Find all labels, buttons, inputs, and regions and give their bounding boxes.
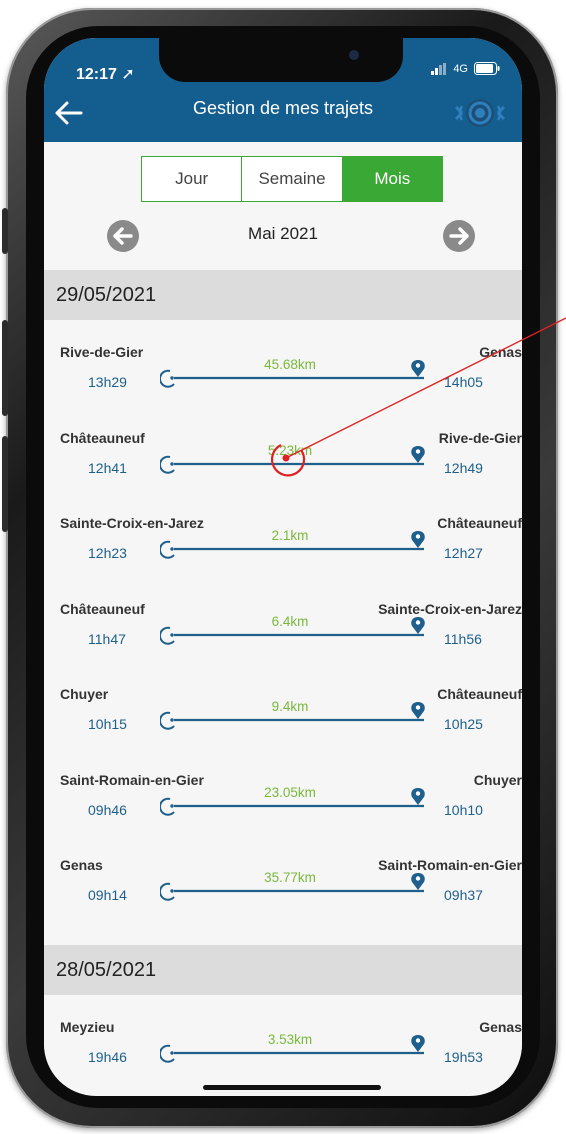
destination-pin-icon: [411, 873, 425, 890]
trip-distance: 45.68km: [264, 357, 316, 372]
signal-icon: [431, 62, 447, 75]
period-day-button[interactable]: Jour: [142, 157, 242, 201]
trip-origin: Sainte-Croix-en-Jarez: [60, 515, 204, 531]
pin-hole: [415, 705, 421, 710]
date-header: 28/05/2021: [44, 945, 522, 995]
destination-pin-icon: [411, 787, 425, 805]
trip-end-time: 09h37: [444, 887, 483, 903]
trip-row[interactable]: Châteauneuf Rive-de-Gier 5.23km 12h41 12h49: [44, 419, 522, 496]
period-month-button[interactable]: Mois: [341, 157, 442, 201]
trip-destination: Châteauneuf: [437, 515, 522, 531]
trip-end-time: 10h25: [444, 716, 483, 732]
destination-pin-icon: [411, 702, 425, 719]
trip-origin: Genas: [60, 857, 103, 873]
trip-row[interactable]: Genas Saint-Romain-en-Gier 35.77km 09h14 09h…: [44, 847, 522, 923]
trip-origin: Châteauneuf: [60, 600, 145, 617]
pin-hole: [415, 448, 421, 454]
period-controls: Jour Semaine Mois Mai 2021: [44, 142, 522, 270]
network-type: 4G: [453, 62, 468, 75]
trip-distance: 35.77km: [264, 870, 316, 885]
app-screen: 12:17 ➚ 4G Gestion de mes trajets Jour S…: [44, 38, 522, 1096]
trip-destination: Châteauneuf: [437, 686, 522, 702]
trip-distance: 2.1km: [271, 528, 309, 543]
start-point-dot: [170, 547, 174, 551]
trip-start-time: 09h14: [88, 887, 127, 903]
trip-end-time: 19h53: [444, 1049, 483, 1065]
start-point-dot: [170, 632, 174, 637]
trip-end-time: 11h56: [444, 630, 482, 647]
trip-distance: 9.4km: [271, 699, 309, 714]
start-point-dot: [170, 461, 174, 466]
trip-start-time: 12h23: [88, 545, 127, 561]
trip-distance: 23.05km: [264, 784, 316, 800]
trip-end-time: 12h27: [444, 545, 483, 561]
trip-destination: Genas: [479, 1019, 522, 1035]
pin-hole: [415, 790, 421, 796]
trip-origin: Rive-de-Gier: [60, 344, 144, 360]
trip-start-time: 10h15: [88, 716, 127, 732]
trip-row[interactable]: Sainte-Croix-en-Jarez Châteauneuf 2.1km 12h…: [44, 505, 522, 581]
trip-distance: 5.23km: [267, 442, 313, 458]
trip-origin: Meyzieu: [60, 1019, 115, 1035]
trip-distance: 6.4km: [271, 613, 309, 629]
status-time-text: 12:17: [76, 66, 117, 83]
trip-row[interactable]: Saint-Romain-en-Gier Chuyer 23.05km 09h46 10…: [44, 761, 522, 838]
pin-hole: [415, 1038, 421, 1043]
trip-end-time: 12h49: [444, 459, 483, 476]
trip-destination: Sainte-Croix-en-Jarez: [378, 600, 522, 617]
notch: [159, 38, 403, 82]
location-icon: ➚: [121, 66, 135, 83]
volume-up-button: [2, 320, 8, 416]
trip-end-time: 14h05: [444, 374, 483, 390]
trip-start-time: 09h46: [88, 801, 127, 818]
period-segmented-control: Jour Semaine Mois: [141, 156, 443, 202]
trip-end-time: 10h10: [444, 801, 483, 818]
pin-hole: [415, 363, 421, 368]
app-header: 12:17 ➚ 4G Gestion de mes trajets: [44, 38, 522, 142]
trip-origin: Saint-Romain-en-Gier: [60, 771, 204, 788]
trip-row[interactable]: Châteauneuf Sainte-Croix-en-Jarez 6.4km 11h…: [44, 590, 522, 667]
trip-start-time: 13h29: [88, 374, 127, 390]
destination-pin-icon: [411, 1035, 425, 1052]
battery-icon: [474, 62, 500, 75]
status-time: 12:17 ➚: [76, 64, 135, 84]
home-indicator: [203, 1085, 381, 1090]
trip-row[interactable]: Rive-de-Gier Genas 45.68km 13h29 14h05: [44, 334, 522, 410]
start-point-dot: [170, 376, 174, 380]
trip-distance: 3.53km: [267, 1032, 313, 1047]
status-indicators: 4G: [431, 62, 500, 75]
pin-hole: [415, 876, 421, 881]
trip-destination: Genas: [479, 344, 522, 360]
destination-pin-icon: [411, 531, 425, 548]
start-point-dot: [170, 889, 174, 893]
trip-origin: Chuyer: [60, 686, 109, 702]
date-header: 29/05/2021: [44, 270, 522, 320]
start-point-dot: [170, 803, 174, 808]
period-week-button[interactable]: Semaine: [241, 157, 342, 201]
start-point-dot: [170, 1051, 174, 1055]
trip-destination: Chuyer: [473, 771, 522, 788]
mute-switch: [2, 208, 8, 254]
sensor-logo-icon[interactable]: [452, 96, 508, 130]
pin-hole: [415, 619, 421, 625]
trip-start-time: 11h47: [88, 630, 126, 647]
front-camera: [349, 50, 359, 60]
start-point-dot: [170, 718, 174, 722]
trip-destination: Rive-de-Gier: [438, 429, 522, 446]
trip-row[interactable]: Meyzieu Genas 3.53km 19h46 19h53: [44, 1009, 522, 1085]
trip-row[interactable]: Chuyer Châteauneuf 9.4km 10h15 10h25: [44, 676, 522, 752]
next-arrow-icon[interactable]: [442, 219, 476, 253]
trip-start-time: 19h46: [88, 1049, 127, 1065]
trip-origin: Châteauneuf: [60, 429, 145, 446]
destination-pin-icon: [411, 360, 425, 377]
page-title: Gestion de mes trajets: [192, 98, 374, 118]
volume-down-button: [2, 436, 8, 532]
pin-hole: [415, 534, 421, 539]
trip-start-time: 12h41: [88, 459, 127, 476]
trip-destination: Saint-Romain-en-Gier: [378, 857, 522, 873]
destination-pin-icon: [411, 445, 425, 463]
destination-pin-icon: [411, 616, 425, 634]
